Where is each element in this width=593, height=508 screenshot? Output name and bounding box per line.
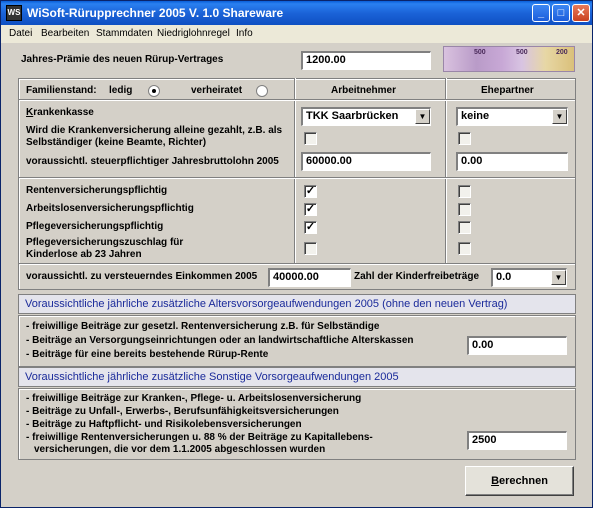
alleine-ehepartner-checkbox[interactable]: [458, 132, 471, 145]
einkommen-input[interactable]: 40000.00: [268, 268, 351, 287]
banknote-500-b: 500: [516, 49, 528, 56]
verheiratet-radio[interactable]: [256, 85, 268, 97]
kinder-select[interactable]: 0.0 ▼: [491, 268, 567, 287]
arbeitslosen-arbeitnehmer-checkbox[interactable]: ✓: [304, 203, 317, 216]
einkommen-label: voraussichtl. zu versteuerndes Einkommen…: [26, 271, 258, 282]
arbeitslosen-ehepartner-checkbox[interactable]: [458, 203, 471, 216]
kinder-label: Zahl der Kinderfreibeträge: [354, 271, 480, 282]
kinderlos-arbeitnehmer-checkbox[interactable]: [304, 242, 317, 255]
divider-h1: [19, 99, 575, 101]
menu-bearbeiten[interactable]: Bearbeiten: [41, 28, 89, 39]
close-button[interactable]: ✕: [572, 4, 590, 22]
renten-ehepartner-checkbox[interactable]: [458, 185, 471, 198]
pflege-label: Pflegeversicherungspflichtig: [26, 221, 164, 232]
app-icon: WS: [6, 5, 22, 21]
alters-line-2: - Beiträge an Versorgungseinrichtungen o…: [26, 335, 414, 346]
maximize-button[interactable]: □: [552, 4, 570, 22]
divider-h2: [19, 177, 575, 179]
menu-stammdaten[interactable]: Stammdaten: [96, 28, 153, 39]
divider-v2: [445, 78, 447, 263]
krankenkasse-label-text: rankenkasse: [33, 107, 94, 118]
krankenkasse-arbeitnehmer-select[interactable]: TKK Saarbrücken ▼: [301, 107, 431, 126]
ledig-radio[interactable]: [148, 85, 160, 97]
column-arbeitnehmer: Arbeitnehmer: [331, 85, 397, 96]
alleine-label: Wird die Krankenversicherung alleine gez…: [26, 125, 283, 148]
kinder-value: 0.0: [496, 271, 512, 283]
pflege-arbeitnehmer-checkbox[interactable]: ✓: [304, 221, 317, 234]
berechnen-button[interactable]: Berechnen: [465, 466, 574, 496]
alleine-arbeitnehmer-checkbox[interactable]: [304, 132, 317, 145]
ledig-label: ledig: [109, 85, 133, 96]
chevron-down-icon[interactable]: ▼: [415, 109, 430, 124]
krankenkasse-ehepartner-select[interactable]: keine ▼: [456, 107, 568, 126]
title-bar: WS WiSoft-Rürupprechner 2005 V. 1.0 Shar…: [1, 1, 592, 25]
alters-line-3: - Beiträge für eine bereits bestehende R…: [26, 349, 269, 360]
banknotes-image: 500 500 200: [443, 46, 575, 72]
sonstige-line-1: - freiwillige Beiträge zur Kranken-, Pfl…: [26, 393, 362, 404]
sonstige-input[interactable]: 2500: [467, 431, 567, 450]
main-window: WS WiSoft-Rürupprechner 2005 V. 1.0 Shar…: [0, 0, 593, 508]
sonstige-line-4: - freiwillige Rentenversicherungen u. 88…: [26, 432, 373, 443]
brutto-label: voraussichtl. steuerpflichtiger Jahresbr…: [26, 156, 279, 167]
berechnen-label: Berechnen: [491, 475, 548, 487]
praemie-label: Jahres-Prämie des neuen Rürup-Vertrages: [21, 54, 224, 65]
chevron-down-icon[interactable]: ▼: [551, 270, 566, 285]
menu-bar: Datei Bearbeiten Stammdaten Niedriglohnr…: [1, 25, 592, 43]
alters-input[interactable]: 0.00: [467, 336, 567, 355]
window-title: WiSoft-Rürupprechner 2005 V. 1.0 Sharewa…: [27, 6, 284, 20]
brutto-arbeitnehmer-input[interactable]: 60000.00: [301, 152, 431, 171]
renten-arbeitnehmer-checkbox[interactable]: ✓: [304, 185, 317, 198]
pflege-ehepartner-checkbox[interactable]: [458, 221, 471, 234]
krankenkasse-arbeitnehmer-value: TKK Saarbrücken: [306, 110, 399, 122]
sonstige-line-5: versicherungen, die vor dem 1.1.2005 abg…: [34, 444, 326, 455]
divider-v1: [294, 78, 296, 263]
chevron-down-icon[interactable]: ▼: [552, 109, 567, 124]
menu-datei[interactable]: Datei: [9, 28, 32, 39]
divider-h3: [19, 263, 575, 265]
krankenkasse-label: Krankenkasse: [26, 107, 94, 118]
menu-info[interactable]: Info: [236, 28, 253, 39]
kinderlos-label: Pflegeversicherungszuschlag für Kinderlo…: [26, 237, 184, 260]
praemie-input[interactable]: 1200.00: [301, 51, 431, 70]
sonstige-heading: Voraussichtliche jährliche zusätzliche S…: [18, 367, 576, 387]
banknote-200: 200: [556, 49, 568, 56]
kinderlos-ehepartner-checkbox[interactable]: [458, 242, 471, 255]
column-ehepartner: Ehepartner: [481, 85, 534, 96]
menu-niedriglohnregel[interactable]: Niedriglohnregel: [157, 28, 230, 39]
arbeitslosen-label: Arbeitslosenversicherungspflichtig: [26, 203, 194, 214]
alters-line-1: - freiwillige Beiträge zur gesetzl. Rent…: [26, 321, 380, 332]
krankenkasse-ehepartner-value: keine: [461, 110, 490, 122]
alters-heading: Voraussichtliche jährliche zusätzliche A…: [18, 294, 576, 314]
minimize-button[interactable]: _: [532, 4, 550, 22]
renten-label: Rentenversicherungspflichtig: [26, 185, 168, 196]
banknote-500-a: 500: [474, 49, 486, 56]
familienstand-label: Familienstand:: [26, 85, 97, 96]
brutto-ehepartner-input[interactable]: 0.00: [456, 152, 568, 171]
verheiratet-label: verheiratet: [191, 85, 243, 96]
sonstige-line-3: - Beiträge zu Haftpflicht- und Risikoleb…: [26, 419, 302, 430]
sonstige-line-2: - Beiträge zu Unfall-, Erwerbs-, Berufsu…: [26, 406, 339, 417]
